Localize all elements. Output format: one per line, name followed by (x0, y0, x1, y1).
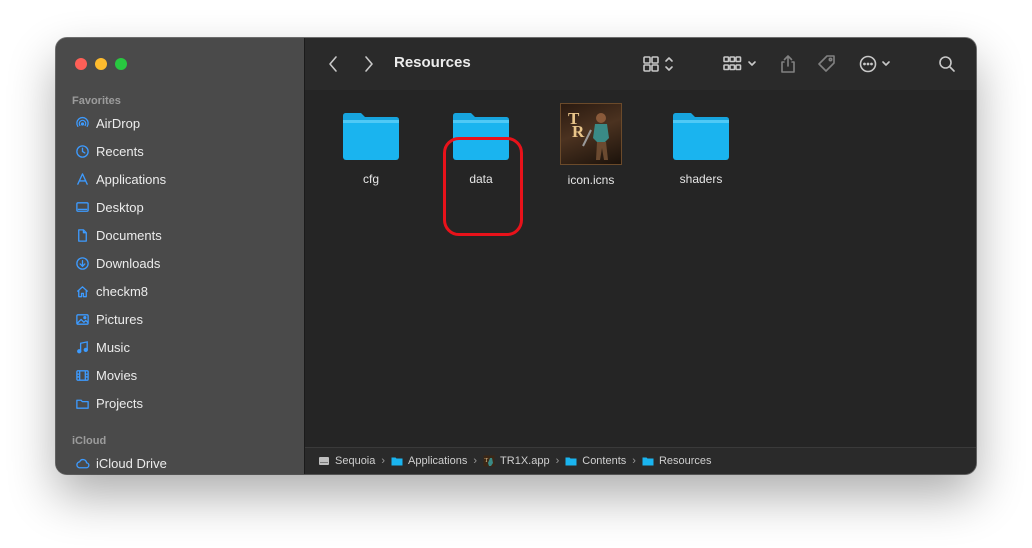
sidebar-item-label: Music (96, 339, 130, 355)
sidebar-item-label: checkm8 (96, 283, 149, 299)
sidebar-item-desktop[interactable]: Desktop (74, 196, 294, 218)
back-button[interactable] (323, 52, 343, 76)
sidebar-item-label: Documents (96, 227, 162, 243)
svg-text:T: T (485, 458, 489, 464)
app-icon: T (483, 455, 495, 467)
sidebar: Favorites AirDrop Recents Applications D… (56, 38, 305, 474)
sidebar-item-label: Projects (96, 395, 143, 411)
search-icon (939, 56, 955, 72)
path-crumb-sequoia[interactable]: Sequoia (318, 455, 375, 467)
more-icon (859, 55, 890, 73)
sidebar-item-label: AirDrop (96, 115, 141, 131)
highlight-annotation (443, 137, 523, 236)
music-icon (74, 339, 90, 355)
chevron-right-icon (365, 56, 373, 72)
path-crumb-applications[interactable]: Applications (391, 455, 467, 467)
clock-icon (74, 143, 90, 159)
file-grid: cfg data T R icon.icns shaders (305, 90, 976, 447)
download-icon (74, 255, 90, 271)
path-bar: Sequoia › Applications › T TR1X.app › Co… (305, 447, 976, 474)
sidebar-item-label: Desktop (96, 199, 144, 215)
file-item-shaders[interactable]: shaders (646, 110, 756, 186)
chevron-right-icon: › (381, 455, 386, 467)
tag-icon (818, 55, 835, 72)
chevron-right-icon: › (473, 455, 478, 467)
sidebar-item-applications[interactable]: Applications (74, 168, 294, 190)
file-item-icon-icns[interactable]: T R icon.icns (536, 103, 646, 187)
sidebar-item-projects[interactable]: Projects (74, 392, 294, 414)
grid-view-icon (643, 56, 673, 72)
applications-icon (74, 171, 90, 187)
path-crumb-resources[interactable]: Resources (642, 455, 712, 467)
chevron-right-icon: › (632, 455, 636, 467)
icns-thumbnail-icon: T R (560, 103, 622, 165)
icloud-header: iCloud (72, 435, 107, 447)
path-crumb-label: Resources (658, 455, 712, 467)
sidebar-item-icloud-drive[interactable]: iCloud Drive (74, 452, 294, 474)
folder-icon (565, 455, 577, 467)
folder-icon (391, 455, 403, 467)
share-button[interactable] (777, 52, 799, 76)
sidebar-item-music[interactable]: Music (74, 336, 294, 358)
path-crumb-label: Contents (582, 455, 627, 467)
sidebar-item-label: Recents (96, 143, 144, 159)
sidebar-item-airdrop[interactable]: AirDrop (74, 112, 294, 134)
sidebar-item-movies[interactable]: Movies (74, 364, 294, 386)
path-crumb-label: Sequoia (335, 455, 376, 467)
sidebar-item-downloads[interactable]: Downloads (74, 252, 294, 274)
svg-text:R: R (572, 122, 585, 141)
sidebar-item-pictures[interactable]: Pictures (74, 308, 294, 330)
forward-button[interactable] (359, 52, 379, 76)
window-controls (75, 58, 127, 70)
folder-icon (341, 110, 401, 162)
file-item-cfg[interactable]: cfg (316, 110, 426, 186)
disk-icon (318, 455, 330, 467)
finder-window: Favorites AirDrop Recents Applications D… (56, 38, 976, 474)
more-button[interactable] (857, 52, 897, 76)
view-button[interactable] (639, 52, 679, 76)
home-icon (74, 283, 90, 299)
tag-button[interactable] (815, 52, 839, 76)
sidebar-item-recents[interactable]: Recents (74, 140, 294, 162)
chevron-left-icon (329, 56, 337, 72)
search-button[interactable] (933, 52, 961, 76)
path-crumb-contents[interactable]: Contents (565, 455, 626, 467)
path-crumb-label: TR1X.app (500, 455, 550, 467)
toolbar: Resources (305, 38, 976, 90)
chevron-right-icon: › (555, 455, 560, 467)
folder-icon (642, 455, 654, 467)
sidebar-item-label: Movies (96, 367, 138, 383)
document-icon (74, 227, 90, 243)
sidebar-item-label: Applications (96, 171, 167, 187)
cloud-icon (74, 455, 90, 471)
share-icon (781, 55, 795, 73)
favorites-header: Favorites (72, 95, 121, 107)
movies-icon (74, 367, 90, 383)
file-name: cfg (362, 172, 379, 186)
file-name: icon.icns (567, 173, 615, 187)
airdrop-icon (74, 115, 90, 131)
file-name: shaders (679, 172, 723, 186)
sidebar-item-home[interactable]: checkm8 (74, 280, 294, 302)
folder-icon (671, 110, 731, 162)
minimize-button[interactable] (95, 58, 107, 70)
group-button[interactable] (721, 52, 761, 76)
sidebar-item-label: Downloads (96, 255, 161, 271)
path-crumb-app[interactable]: T TR1X.app (483, 455, 550, 467)
group-icon (723, 56, 756, 71)
window-title: Resources (394, 54, 471, 71)
path-crumb-label: Applications (408, 455, 468, 467)
folder-icon (74, 395, 90, 411)
close-button[interactable] (75, 58, 87, 70)
desktop-icon (74, 199, 90, 215)
pictures-icon (74, 311, 90, 327)
sidebar-item-label: iCloud Drive (96, 455, 167, 471)
zoom-button[interactable] (115, 58, 127, 70)
sidebar-item-documents[interactable]: Documents (74, 224, 294, 246)
sidebar-item-label: Pictures (96, 311, 143, 327)
